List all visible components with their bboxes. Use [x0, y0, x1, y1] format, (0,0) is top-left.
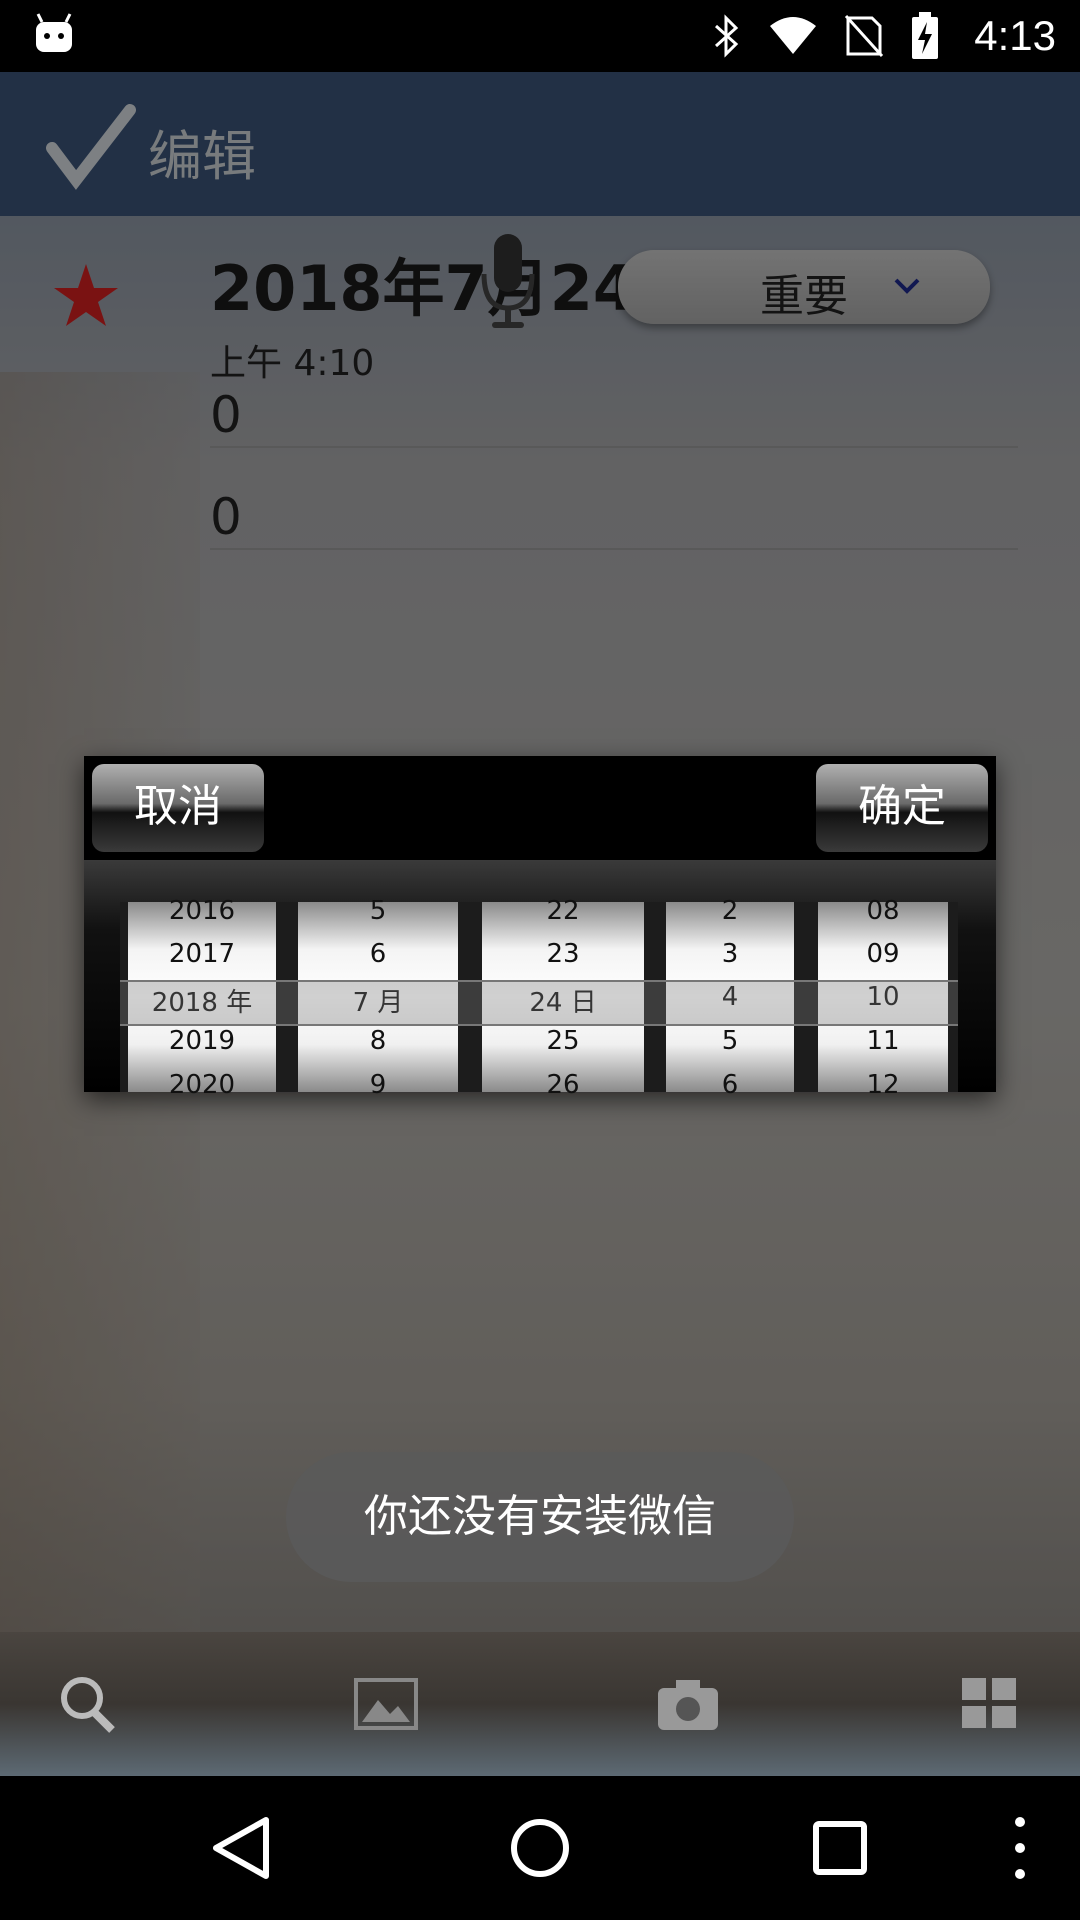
- wheel-item: 9: [369, 1070, 387, 1100]
- toast-message: 你还没有安装微信: [286, 1452, 794, 1582]
- wheel-item: 08: [866, 896, 900, 926]
- hour-wheel[interactable]: 2 3 4 5 6: [666, 896, 794, 1100]
- wheel-item: 6: [369, 939, 387, 969]
- wheel-item: 5: [369, 896, 387, 926]
- wheel-item: 3: [721, 939, 739, 969]
- wheel-item: 5: [721, 1026, 739, 1056]
- wheel-item: 11: [866, 1026, 900, 1056]
- wheel-area: 2016 2017 2018 年 2019 2020 5 6 7 月 8 9 2…: [84, 860, 996, 1100]
- wheel-item: 8: [369, 1026, 387, 1056]
- grid-icon[interactable]: [958, 1674, 1022, 1734]
- wheel-item-selected: 7 月: [352, 988, 404, 1018]
- wheel-item: 23: [546, 939, 580, 969]
- search-icon[interactable]: [56, 1674, 120, 1734]
- cancel-button[interactable]: 取消: [92, 764, 264, 852]
- wheel-item: 2020: [168, 1070, 236, 1100]
- status-time: 4:13: [974, 12, 1056, 59]
- camera-icon[interactable]: [656, 1674, 720, 1734]
- bluetooth-icon: [714, 14, 739, 58]
- wheel-item: 12: [866, 1070, 900, 1100]
- android-debug-icon: [36, 13, 72, 52]
- gallery-icon[interactable]: [354, 1674, 418, 1734]
- no-sim-icon: [844, 14, 884, 58]
- minute-wheel[interactable]: 08 09 10 11 12: [818, 896, 948, 1100]
- more-options-icon[interactable]: [984, 1812, 1056, 1884]
- year-wheel[interactable]: 2016 2017 2018 年 2019 2020: [128, 896, 276, 1100]
- dialog-header: 取消 确定: [84, 756, 996, 856]
- month-wheel[interactable]: 5 6 7 月 8 9: [298, 896, 458, 1100]
- day-wheel[interactable]: 22 23 24 日 25 26: [482, 896, 644, 1100]
- wheel-item: 09: [866, 939, 900, 969]
- bottom-toolbar: [0, 1632, 1080, 1776]
- wheel-item: 26: [546, 1070, 580, 1100]
- date-picker-dialog: 取消 确定 2016 2017 2018 年 2019 2020 5 6 7 月…: [84, 756, 996, 1100]
- wheel-item: 2016: [168, 896, 236, 926]
- wheel-item: 2017: [168, 939, 236, 969]
- back-icon[interactable]: [204, 1812, 276, 1884]
- wheel-item-selected: 4: [721, 982, 739, 1012]
- status-bar: 4:13: [0, 0, 1080, 72]
- wheel-item-selected: 24 日: [529, 988, 597, 1018]
- wheel-item: 25: [546, 1026, 580, 1056]
- wheel-item-selected: 10: [866, 982, 900, 1012]
- recents-icon[interactable]: [804, 1812, 876, 1884]
- wheel-item-selected: 2018 年: [151, 988, 253, 1018]
- picker-wheels: 2016 2017 2018 年 2019 2020 5 6 7 月 8 9 2…: [120, 896, 958, 1100]
- ok-button[interactable]: 确定: [816, 764, 988, 852]
- wheel-item: 2019: [168, 1026, 236, 1056]
- battery-charging-icon: [912, 12, 938, 59]
- wheel-item: 2: [721, 896, 739, 926]
- home-icon[interactable]: [504, 1812, 576, 1884]
- wifi-icon: [770, 17, 816, 54]
- wheel-item: 6: [721, 1070, 739, 1100]
- wheel-item: 22: [546, 896, 580, 926]
- navigation-bar: [0, 1776, 1080, 1920]
